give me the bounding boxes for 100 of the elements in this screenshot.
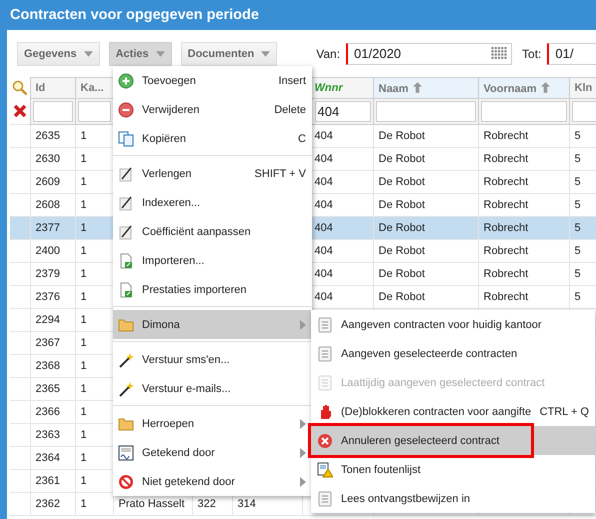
table-cell: 404 bbox=[314, 199, 333, 211]
document-icon bbox=[317, 346, 333, 362]
column-header[interactable]: Id bbox=[36, 82, 46, 94]
table-cell: De Robot bbox=[378, 291, 425, 303]
wand-icon bbox=[118, 380, 134, 396]
table-cell: 2376 bbox=[36, 291, 60, 303]
table-cell: 2294 bbox=[36, 314, 60, 326]
table-cell: Robrecht bbox=[484, 222, 528, 234]
table-cell: 1 bbox=[80, 360, 87, 372]
table-cell: Robrecht bbox=[484, 268, 528, 280]
dropdown-button[interactable]: Gegevens bbox=[17, 42, 100, 66]
column-header[interactable]: Naam bbox=[378, 82, 408, 94]
menu-item[interactable]: Toevoegen Insert bbox=[113, 66, 312, 95]
import-icon bbox=[118, 282, 134, 298]
submenu-arrow-icon bbox=[300, 448, 306, 458]
menu-item[interactable]: Coëfficiënt aanpassen bbox=[113, 217, 312, 246]
menu-item[interactable]: Verstuur e-mails... bbox=[113, 374, 312, 403]
add-icon bbox=[118, 72, 134, 88]
table-cell: 404 bbox=[314, 268, 333, 280]
dropdown-button[interactable]: Acties bbox=[108, 42, 172, 66]
clear-filter-icon[interactable] bbox=[12, 103, 28, 120]
date-field[interactable]: 01/2020 bbox=[346, 42, 512, 64]
table-cell: De Robot bbox=[378, 245, 425, 257]
table-cell: 2366 bbox=[36, 406, 60, 418]
table-cell: De Robot bbox=[378, 222, 425, 234]
cancel-icon bbox=[317, 432, 333, 448]
table-cell: 1 bbox=[80, 475, 87, 487]
table-cell: 404 bbox=[314, 222, 333, 234]
filter-field[interactable]: 404 bbox=[314, 101, 370, 122]
folder-icon bbox=[118, 416, 134, 432]
table-cell: 1 bbox=[80, 268, 87, 280]
menu-item[interactable]: Getekend door bbox=[113, 438, 312, 467]
table-cell: 5 bbox=[574, 130, 581, 142]
table-cell: 2609 bbox=[36, 176, 60, 188]
filter-field[interactable] bbox=[572, 101, 596, 122]
table-cell: 2367 bbox=[36, 337, 60, 349]
table-cell: De Robot bbox=[378, 199, 425, 211]
menu-item[interactable]: Aangeven contracten voor huidig kantoor bbox=[311, 310, 595, 339]
submenu-arrow-icon bbox=[300, 476, 306, 486]
table-cell: 1 bbox=[80, 153, 87, 165]
folder-icon bbox=[118, 316, 134, 332]
table-cell: 2608 bbox=[36, 199, 60, 211]
warning-document-icon bbox=[317, 462, 333, 478]
menu-item[interactable]: Annuleren geselecteerd contract bbox=[311, 426, 595, 455]
filter-field[interactable] bbox=[376, 101, 476, 122]
filter-field[interactable] bbox=[480, 101, 566, 122]
table-cell: 1 bbox=[80, 452, 87, 464]
table-cell: 1 bbox=[80, 130, 87, 142]
pencil-icon bbox=[118, 194, 134, 210]
table-cell: 2362 bbox=[36, 498, 60, 510]
table-cell: 404 bbox=[314, 153, 333, 165]
caret-icon bbox=[261, 50, 270, 56]
menu-item[interactable]: Verwijderen Delete bbox=[113, 95, 312, 124]
sort-arrow-icon[interactable] bbox=[541, 82, 550, 92]
remove-icon bbox=[118, 102, 134, 118]
table-cell: 404 bbox=[314, 245, 333, 257]
table-cell: 404 bbox=[314, 130, 333, 142]
table-cell: 1 bbox=[80, 314, 87, 326]
filter-field[interactable] bbox=[78, 101, 110, 122]
table-cell: Robrecht bbox=[484, 245, 528, 257]
menu-item[interactable]: Verstuur sms'en... bbox=[113, 345, 312, 374]
window-title: Contracten voor opgegeven periode bbox=[10, 7, 259, 23]
menu-item[interactable]: (De)blokkeren contracten voor aangifte CTRL + Q bbox=[311, 397, 595, 426]
menu-item[interactable]: Aangeven geselecteerde contracten bbox=[311, 339, 595, 368]
caret-icon bbox=[156, 50, 165, 56]
table-cell: 314 bbox=[238, 498, 256, 510]
table-cell: 1 bbox=[80, 222, 87, 234]
menu-item[interactable]: Dimona bbox=[113, 310, 312, 339]
table-cell: 1 bbox=[80, 291, 87, 303]
import-icon bbox=[118, 252, 134, 268]
table-cell: 1 bbox=[80, 199, 87, 211]
table-cell: De Robot bbox=[378, 176, 425, 188]
field-label: Tot: bbox=[522, 46, 542, 60]
table-cell: 5 bbox=[574, 291, 581, 303]
filter-field[interactable] bbox=[32, 101, 72, 122]
menu-item[interactable]: Indexeren... bbox=[113, 188, 312, 217]
table-cell: 2361 bbox=[36, 475, 60, 487]
table-cell: 2365 bbox=[36, 383, 60, 395]
table-cell: 5 bbox=[574, 153, 581, 165]
table-cell: 1 bbox=[80, 429, 87, 441]
calendar-icon[interactable] bbox=[491, 47, 508, 60]
table-cell: Prato Hasselt bbox=[118, 498, 185, 510]
menu-item[interactable]: Tonen foutenlijst bbox=[311, 455, 595, 484]
table-cell: 1 bbox=[80, 176, 87, 188]
table-cell: 2368 bbox=[36, 360, 60, 372]
table-cell: 322 bbox=[198, 498, 216, 510]
menu-item[interactable]: Herroepen bbox=[113, 409, 312, 438]
date-field[interactable]: 01/ bbox=[547, 42, 596, 64]
document-icon bbox=[317, 374, 333, 390]
table-cell: Robrecht bbox=[484, 199, 528, 211]
dropdown-button[interactable]: Documenten bbox=[180, 42, 278, 66]
search-icon[interactable] bbox=[12, 80, 28, 96]
table-cell: Robrecht bbox=[484, 176, 528, 188]
table-cell: Robrecht bbox=[484, 153, 528, 165]
table-cell: 1 bbox=[80, 406, 87, 418]
menu-item[interactable]: Kopiëren C bbox=[113, 124, 312, 153]
table-cell: 2364 bbox=[36, 452, 60, 464]
submenu-arrow-icon bbox=[300, 418, 306, 428]
table-cell: 1 bbox=[80, 245, 87, 257]
sort-arrow-icon[interactable] bbox=[413, 82, 422, 92]
